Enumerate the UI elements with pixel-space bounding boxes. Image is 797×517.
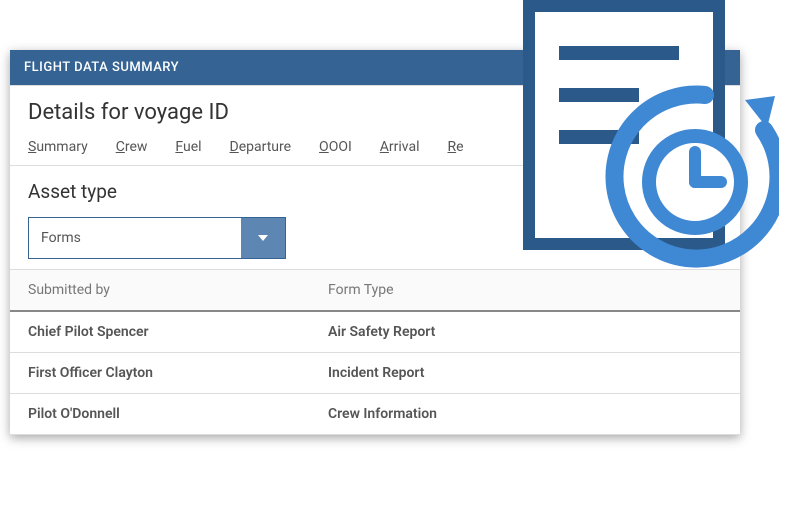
tab-summary[interactable]: Summary <box>28 139 88 155</box>
forms-table: Submitted by Form Type Chief Pilot Spenc… <box>10 270 740 435</box>
tab-oooi[interactable]: OOOI <box>319 139 352 155</box>
details-section: Details for voyage ID Summary Crew Fuel … <box>10 85 740 165</box>
page-title: Details for voyage ID <box>28 100 722 125</box>
asset-type-dropdown[interactable]: Forms <box>28 217 286 259</box>
cell-form-type: Incident Report <box>328 365 722 381</box>
cell-form-type: Air Safety Report <box>328 324 722 340</box>
tab-crew[interactable]: Crew <box>116 139 148 155</box>
dropdown-toggle-button[interactable] <box>241 218 285 258</box>
col-form-type: Form Type <box>328 282 722 298</box>
dropdown-selected: Forms <box>29 218 241 258</box>
panel-header: FLIGHT DATA SUMMARY <box>10 50 740 85</box>
table-row[interactable]: Chief Pilot Spencer Air Safety Report <box>10 312 740 353</box>
asset-section: Asset type Forms <box>10 165 740 269</box>
table-section: Submitted by Form Type Chief Pilot Spenc… <box>10 269 740 435</box>
tab-fuel[interactable]: Fuel <box>175 139 201 155</box>
cell-submitted-by: Chief Pilot Spencer <box>28 324 328 340</box>
table-row[interactable]: First Officer Clayton Incident Report <box>10 353 740 394</box>
table-header-row: Submitted by Form Type <box>10 270 740 312</box>
table-row[interactable]: Pilot O'Donnell Crew Information <box>10 394 740 435</box>
flight-data-panel: FLIGHT DATA SUMMARY Details for voyage I… <box>10 50 740 435</box>
tab-re[interactable]: Re <box>448 139 464 155</box>
tab-departure[interactable]: Departure <box>230 139 292 155</box>
cell-submitted-by: Pilot O'Donnell <box>28 406 328 422</box>
panel-title: FLIGHT DATA SUMMARY <box>24 60 179 75</box>
asset-type-title: Asset type <box>28 180 722 203</box>
cell-submitted-by: First Officer Clayton <box>28 365 328 381</box>
chevron-down-icon <box>258 235 268 241</box>
cell-form-type: Crew Information <box>328 406 722 422</box>
tab-arrival[interactable]: Arrival <box>380 139 420 155</box>
col-submitted-by: Submitted by <box>28 282 328 298</box>
tabs: Summary Crew Fuel Departure OOOI Arrival… <box>28 139 722 155</box>
